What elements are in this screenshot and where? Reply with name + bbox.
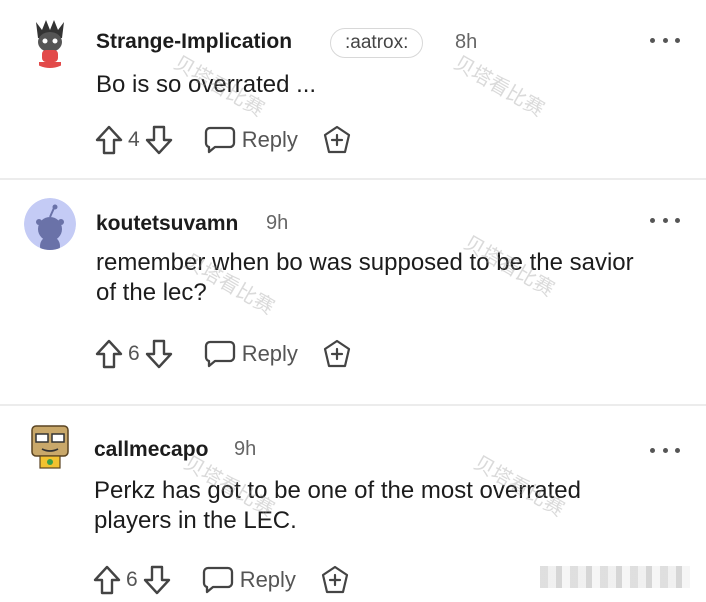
- more-options-button[interactable]: [650, 30, 680, 50]
- more-dot: [675, 217, 680, 223]
- avatar[interactable]: [24, 420, 76, 472]
- comment-body: remember when bo was supposed to be the …: [96, 249, 634, 306]
- more-dots-icon: [650, 37, 655, 43]
- more-options-button[interactable]: [650, 440, 680, 460]
- more-dot: [662, 217, 668, 223]
- vote-score: 6: [128, 342, 140, 365]
- more-dot: [662, 447, 668, 453]
- comment-actions: 6 Reply: [92, 562, 350, 598]
- username[interactable]: koutetsuvamn: [96, 212, 238, 236]
- more-dots-icon: [650, 217, 655, 223]
- comment-2: koutetsuvamn 9h remember when bo was sup…: [0, 180, 706, 402]
- username[interactable]: callmecapo: [94, 438, 208, 462]
- blurred-watermark: [540, 566, 690, 588]
- avatar[interactable]: [24, 16, 76, 68]
- more-dot: [662, 37, 668, 43]
- avatar[interactable]: [24, 198, 76, 250]
- more-dot: [675, 37, 680, 43]
- reply-button[interactable]: Reply: [202, 565, 296, 595]
- vote-score: 6: [126, 568, 138, 591]
- comment-actions: 6 Reply: [94, 336, 352, 372]
- upvote-button[interactable]: [94, 124, 124, 156]
- default-snoo-avatar: [24, 198, 76, 250]
- timestamp: 8h: [455, 31, 478, 53]
- comment-body: Bo is so overrated ...: [96, 71, 317, 98]
- comment-1: Strange-Implication :aatrox: 8h Bo is so…: [0, 0, 706, 178]
- award-button[interactable]: [320, 565, 350, 595]
- speech-bubble-icon: [204, 340, 235, 368]
- speech-bubble-icon: [202, 566, 233, 594]
- downvote-button[interactable]: [142, 564, 172, 596]
- award-button[interactable]: [322, 339, 352, 369]
- more-dot: [675, 447, 680, 453]
- downvote-button[interactable]: [144, 124, 174, 156]
- comment-actions: 4 Reply: [94, 122, 352, 158]
- more-options-button[interactable]: [650, 210, 680, 230]
- user-flair: :aatrox:: [330, 28, 424, 58]
- more-dots-icon: [650, 447, 655, 453]
- reply-label: Reply: [241, 127, 298, 152]
- reply-label: Reply: [239, 567, 296, 592]
- snoo-avatar-aatrox: [24, 16, 76, 68]
- upvote-button[interactable]: [94, 338, 124, 370]
- reply-button[interactable]: Reply: [204, 125, 298, 155]
- reply-label: Reply: [241, 341, 298, 366]
- timestamp: 9h: [234, 438, 257, 460]
- speech-bubble-icon: [204, 126, 235, 154]
- timestamp: 9h: [266, 212, 289, 234]
- snoo-avatar-custom: [24, 420, 76, 472]
- award-button[interactable]: [322, 125, 352, 155]
- vote-score: 4: [128, 128, 140, 151]
- downvote-button[interactable]: [144, 338, 174, 370]
- reply-button[interactable]: Reply: [204, 339, 298, 369]
- username[interactable]: Strange-Implication: [96, 30, 292, 54]
- upvote-button[interactable]: [92, 564, 122, 596]
- comment-body: Perkz has got to be one of the most over…: [94, 477, 581, 534]
